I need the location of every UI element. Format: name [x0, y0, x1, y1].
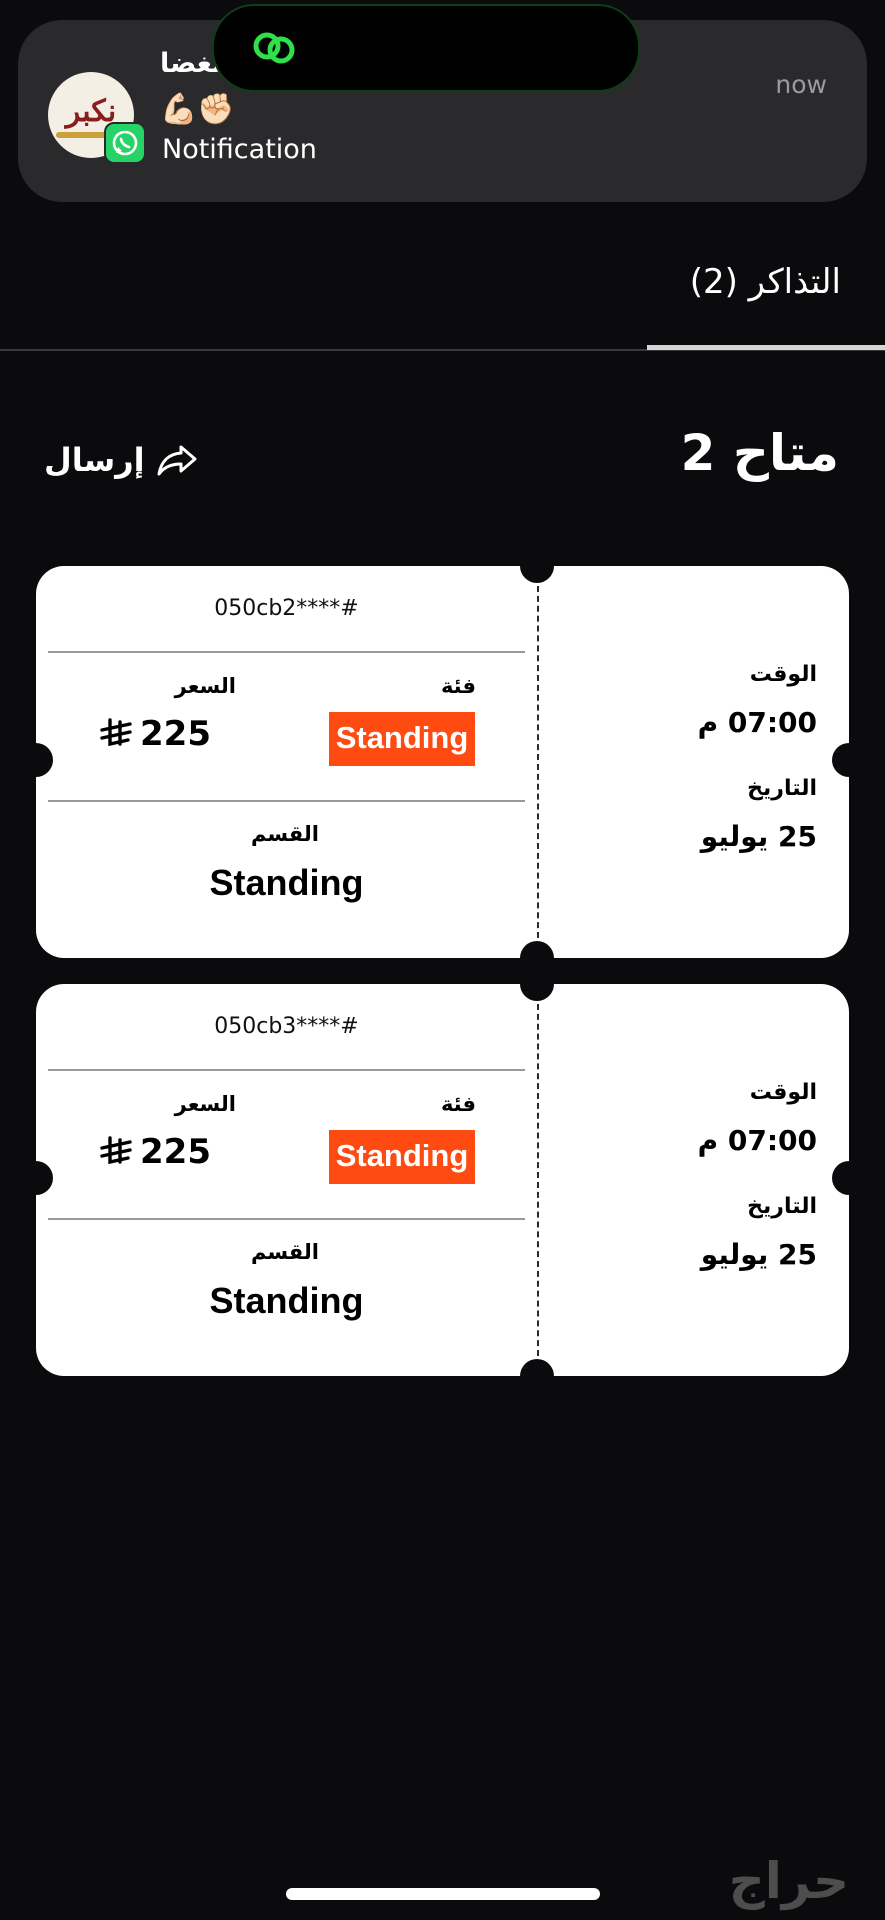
date-value: 25 يوليو [700, 1238, 817, 1271]
home-indicator[interactable] [286, 1888, 600, 1900]
ticket-perforation [537, 586, 539, 938]
link-app-icon [253, 32, 295, 64]
ticket-divider [48, 1218, 525, 1220]
time-value: 07:00 م [697, 1124, 817, 1157]
ticket-divider [48, 1069, 525, 1071]
date-label: التاريخ [747, 776, 817, 801]
date-label: التاريخ [747, 1194, 817, 1219]
time-label: الوقت [749, 662, 817, 687]
ticket-card[interactable]: 050cb3****# فئة السعر Standing 225 القسم… [19, 967, 866, 1393]
ticket-notch [19, 743, 53, 777]
haraj-watermark: حراج [728, 1852, 849, 1910]
price-value: 225 [98, 1132, 211, 1172]
ticket-notch [19, 1161, 53, 1195]
tab-tickets[interactable]: التذاكر (2) [690, 262, 841, 302]
category-label: فئة [440, 674, 476, 698]
ticket-divider [48, 800, 525, 802]
price-value: 225 [98, 714, 211, 754]
whatsapp-icon [104, 122, 146, 164]
ticket-code: 050cb3****# [214, 1014, 359, 1039]
ticket-card[interactable]: 050cb2****# فئة السعر Standing 225 القسم… [19, 549, 866, 975]
ticket-code: 050cb2****# [214, 596, 359, 621]
category-badge: Standing [329, 1130, 475, 1184]
riyal-symbol-icon [100, 718, 132, 747]
notification-time: now [775, 70, 827, 99]
tab-active-indicator [647, 345, 885, 350]
price-amount: 225 [140, 714, 211, 754]
riyal-symbol-icon [100, 1136, 132, 1165]
notification-body: Notification [162, 134, 317, 165]
price-label: السعر [174, 674, 236, 698]
price-label: السعر [174, 1092, 236, 1116]
section-value: Standing [209, 862, 364, 903]
category-badge: Standing [329, 712, 475, 766]
ticket-notch [832, 1161, 866, 1195]
send-button-label: إرسال [44, 441, 145, 479]
time-label: الوقت [749, 1080, 817, 1105]
section-value: Standing [209, 1280, 364, 1321]
ticket-perforation [537, 1004, 539, 1356]
ticket-divider [48, 651, 525, 653]
send-button[interactable]: إرسال [44, 438, 199, 482]
share-forward-icon [157, 445, 197, 476]
available-count: متاح 2 [680, 424, 839, 482]
category-label: فئة [440, 1092, 476, 1116]
dynamic-island [212, 4, 640, 92]
date-value: 25 يوليو [700, 820, 817, 853]
section-label: القسم [250, 1240, 319, 1264]
section-label: القسم [250, 822, 319, 846]
ticket-notch [832, 743, 866, 777]
ticket-notch [520, 549, 554, 583]
time-value: 07:00 م [697, 706, 817, 739]
ticket-notch [520, 967, 554, 1001]
ticket-notch [520, 1359, 554, 1393]
notification-emoji-line: 💪🏻✊🏻 [160, 92, 235, 127]
price-amount: 225 [140, 1132, 211, 1172]
